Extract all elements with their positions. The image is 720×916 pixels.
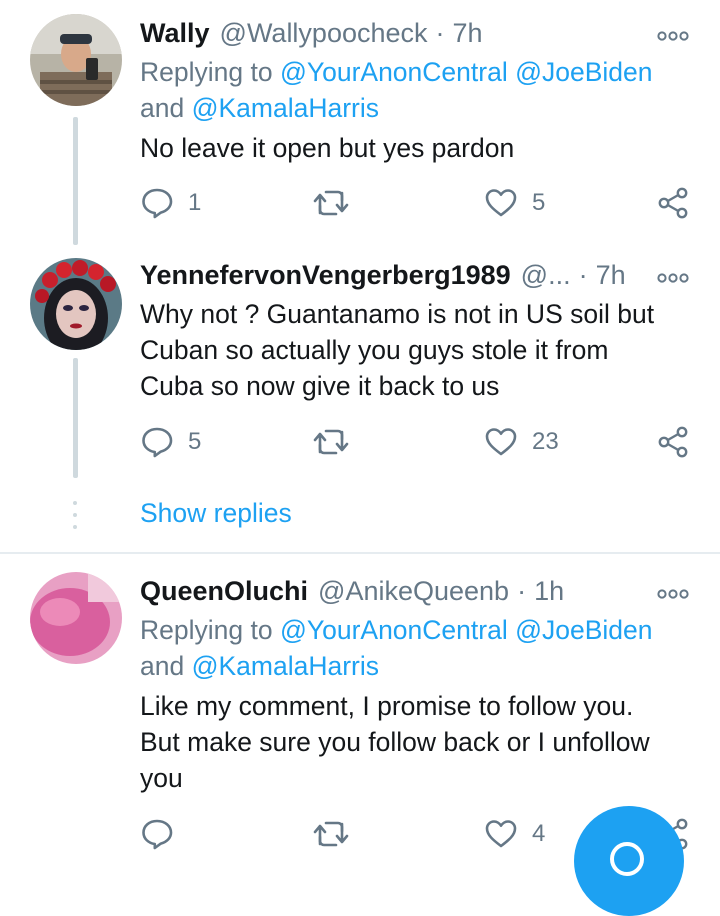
retweet-button[interactable] xyxy=(312,183,350,223)
replying-prefix: Replying to xyxy=(140,57,280,87)
avatar-wally[interactable] xyxy=(30,14,122,106)
share-icon xyxy=(656,425,690,459)
mention-link[interactable]: @KamalaHarris xyxy=(192,93,379,123)
more-options-icon[interactable] xyxy=(656,264,690,284)
retweet-button[interactable] xyxy=(312,814,350,854)
display-name[interactable]: QueenOluchi xyxy=(140,576,308,607)
tweet-header: QueenOluchi @AnikeQueenb · 1h xyxy=(140,574,692,608)
divider xyxy=(0,552,720,554)
tweet-actions: 1 5 xyxy=(140,183,700,223)
separator-dot: · xyxy=(578,259,588,290)
reply-button[interactable] xyxy=(140,814,188,854)
retweet-icon xyxy=(312,425,350,459)
tweet-text: Like my comment, I promise to follow you… xyxy=(140,688,690,796)
avatar-queenoluchi[interactable] xyxy=(30,572,122,664)
like-button[interactable]: 4 xyxy=(484,814,545,854)
tweet-actions: 5 23 xyxy=(140,422,700,462)
username[interactable]: @AnikeQueenb xyxy=(318,576,509,607)
mention-link[interactable]: @YourAnonCentral xyxy=(280,615,508,645)
mention-link[interactable]: @KamalaHarris xyxy=(192,651,379,681)
thread-dots xyxy=(72,500,78,530)
reply-icon xyxy=(140,817,174,851)
separator-dot: · xyxy=(435,17,445,48)
tweet-wally[interactable]: Wally @Wallypoocheck · 7h Replying to @Y… xyxy=(0,0,720,250)
mention-link[interactable]: @YourAnonCentral xyxy=(280,57,508,87)
replying-and: and xyxy=(140,93,192,123)
reply-count: 5 xyxy=(188,428,202,455)
replying-to: Replying to @YourAnonCentral @JoeBiden a… xyxy=(140,54,690,126)
replying-and: and xyxy=(140,651,192,681)
reply-icon xyxy=(140,425,174,459)
username[interactable]: @Wallypoocheck xyxy=(220,18,428,49)
heart-icon xyxy=(484,425,518,459)
reply-count: 1 xyxy=(188,189,202,216)
tweet-text-line: Cuban so actually you guys stole it from xyxy=(140,335,609,365)
replying-to: Replying to @YourAnonCentral @JoeBiden a… xyxy=(140,612,690,684)
like-button[interactable]: 5 xyxy=(484,183,545,223)
share-icon xyxy=(656,186,690,220)
compose-icon xyxy=(610,842,644,876)
tweet-text-line: you xyxy=(140,763,183,793)
timestamp[interactable]: 7h xyxy=(596,260,626,291)
tweet-text: No leave it open but yes pardon xyxy=(140,133,515,163)
mention-link[interactable]: @JoeBiden xyxy=(515,615,652,645)
separator-dot: · xyxy=(517,575,527,606)
heart-icon xyxy=(484,817,518,851)
like-count: 4 xyxy=(532,820,546,847)
share-button[interactable] xyxy=(656,183,690,223)
tweet-text-line: But make sure you follow back or I unfol… xyxy=(140,727,650,757)
reply-button[interactable]: 5 xyxy=(140,422,201,462)
timestamp[interactable]: 1h xyxy=(534,576,564,607)
more-options-icon[interactable] xyxy=(656,580,690,600)
like-button[interactable]: 23 xyxy=(484,422,559,462)
like-count: 23 xyxy=(532,428,559,455)
tweet-text-line: Why not ? Guantanamo is not in US soil b… xyxy=(140,299,655,329)
share-button[interactable] xyxy=(656,422,690,462)
avatar-yennefer[interactable] xyxy=(30,258,122,350)
thread-line xyxy=(73,358,78,478)
reply-button[interactable]: 1 xyxy=(140,183,201,223)
compose-button[interactable] xyxy=(574,806,684,916)
show-replies-link[interactable]: Show replies xyxy=(140,498,292,529)
tweet-text: Why not ? Guantanamo is not in US soil b… xyxy=(140,296,690,404)
tweet-header: YennefervonVengerberg1989 @... · 7h xyxy=(140,258,692,292)
tweet-yennefer[interactable]: YennefervonVengerberg1989 @... · 7h Why … xyxy=(0,250,720,490)
username[interactable]: @... xyxy=(521,260,571,291)
thread-line xyxy=(73,117,78,245)
tweet-header: Wally @Wallypoocheck · 7h xyxy=(140,16,692,50)
replying-prefix: Replying to xyxy=(140,615,280,645)
display-name[interactable]: YennefervonVengerberg1989 xyxy=(140,260,511,291)
display-name[interactable]: Wally xyxy=(140,18,210,49)
retweet-icon xyxy=(312,186,350,220)
retweet-icon xyxy=(312,817,350,851)
retweet-button[interactable] xyxy=(312,422,350,462)
like-count: 5 xyxy=(532,189,546,216)
tweet-text-line: Like my comment, I promise to follow you… xyxy=(140,691,634,721)
mention-link[interactable]: @JoeBiden xyxy=(515,57,652,87)
timestamp[interactable]: 7h xyxy=(453,18,483,49)
reply-icon xyxy=(140,186,174,220)
heart-icon xyxy=(484,186,518,220)
tweet-text-line: Cuba so now give it back to us xyxy=(140,371,500,401)
more-options-icon[interactable] xyxy=(656,22,690,42)
